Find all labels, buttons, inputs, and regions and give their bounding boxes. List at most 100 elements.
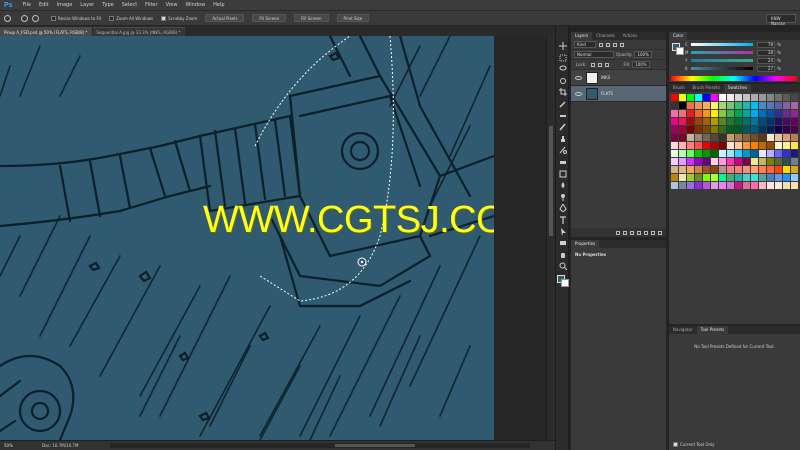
clone-stamp-icon[interactable] <box>559 135 567 143</box>
color-swatch[interactable] <box>695 182 702 189</box>
color-swatch[interactable] <box>703 174 710 181</box>
tab-brush[interactable]: Brush <box>669 84 689 92</box>
tab-properties[interactable]: Properties <box>571 240 600 248</box>
color-swatch[interactable] <box>687 94 694 101</box>
color-swatch[interactable] <box>711 102 718 109</box>
actual-pixels-button[interactable]: Actual Pixels <box>205 14 245 22</box>
color-swatch[interactable] <box>767 94 774 101</box>
color-swatch[interactable] <box>711 166 718 173</box>
move-icon[interactable] <box>559 42 567 50</box>
menu-image[interactable]: Image <box>53 2 77 8</box>
color-swatch[interactable] <box>767 110 774 117</box>
color-swatch[interactable] <box>751 118 758 125</box>
color-swatch[interactable] <box>743 182 750 189</box>
fill-field[interactable]: 100% <box>632 61 651 68</box>
color-swatch[interactable] <box>711 174 718 181</box>
status-zoom[interactable]: 50% <box>0 443 24 448</box>
color-swatch[interactable] <box>671 118 678 125</box>
color-swatch[interactable] <box>727 142 734 149</box>
color-swatch[interactable] <box>759 174 766 181</box>
color-swatch[interactable] <box>759 102 766 109</box>
color-swatch[interactable] <box>775 174 782 181</box>
horizontal-scroll-thumb[interactable] <box>335 444 415 447</box>
lock-position-icon[interactable] <box>598 62 603 67</box>
add-mask-icon[interactable] <box>630 230 634 235</box>
color-swatch[interactable] <box>679 94 686 101</box>
color-swatch[interactable] <box>671 182 678 189</box>
color-swatch[interactable] <box>679 110 686 117</box>
color-swatch[interactable] <box>679 102 686 109</box>
color-swatch[interactable] <box>679 158 686 165</box>
color-swatch[interactable] <box>783 94 790 101</box>
color-swatch[interactable] <box>783 150 790 157</box>
menu-layer[interactable]: Layer <box>76 2 98 8</box>
color-swatch[interactable] <box>759 134 766 141</box>
color-swatch[interactable] <box>767 174 774 181</box>
slider-black[interactable]: K 27 % <box>685 65 797 72</box>
visibility-eye-icon[interactable] <box>575 75 582 80</box>
color-swatch[interactable] <box>743 110 750 117</box>
color-swatch[interactable] <box>719 94 726 101</box>
new-group-icon[interactable] <box>644 230 648 235</box>
color-swatch[interactable] <box>767 166 774 173</box>
color-swatch[interactable] <box>783 158 790 165</box>
color-swatch[interactable] <box>783 166 790 173</box>
resize-windows-checkbox[interactable]: Resize Windows to Fit <box>51 15 101 21</box>
menu-filter[interactable]: Filter <box>141 2 161 8</box>
color-swatch[interactable] <box>695 118 702 125</box>
color-swatch[interactable] <box>687 118 694 125</box>
menu-select[interactable]: Select <box>118 2 141 8</box>
tab-actions[interactable]: Actions <box>619 32 642 40</box>
tab-color[interactable]: Color <box>669 32 688 40</box>
color-swatch[interactable] <box>759 182 766 189</box>
color-swatch[interactable] <box>687 158 694 165</box>
current-tool-only-checkbox[interactable]: Current Tool Only <box>673 442 715 447</box>
opacity-field[interactable]: 100% <box>634 51 653 58</box>
tab-channels[interactable]: Channels <box>592 32 619 40</box>
color-swatch[interactable] <box>759 158 766 165</box>
print-size-button[interactable]: Print Size <box>336 14 370 22</box>
menu-view[interactable]: View <box>162 2 182 8</box>
zoom-all-windows-checkbox[interactable]: Zoom All Windows <box>109 15 153 21</box>
color-swatch[interactable] <box>751 158 758 165</box>
color-swatch[interactable] <box>671 166 678 173</box>
layer-kind-filter[interactable]: Kind <box>574 41 596 48</box>
color-swatch[interactable] <box>695 134 702 141</box>
color-swatch[interactable] <box>719 118 726 125</box>
color-swatch[interactable] <box>743 118 750 125</box>
color-swatch[interactable] <box>727 118 734 125</box>
color-swatch[interactable] <box>727 110 734 117</box>
color-swatch[interactable] <box>711 150 718 157</box>
color-swatch[interactable] <box>783 174 790 181</box>
color-swatch[interactable] <box>735 182 742 189</box>
color-swatch[interactable] <box>743 166 750 173</box>
color-swatch[interactable] <box>791 158 798 165</box>
fit-screen-button[interactable]: Fit Screen <box>252 14 287 22</box>
gradient-icon[interactable] <box>559 170 567 178</box>
menu-edit[interactable]: Edit <box>35 2 53 8</box>
color-swatch[interactable] <box>743 174 750 181</box>
color-swatch[interactable] <box>783 126 790 133</box>
color-swatch[interactable] <box>783 142 790 149</box>
color-swatch[interactable] <box>783 182 790 189</box>
color-swatch[interactable] <box>751 150 758 157</box>
color-swatch[interactable] <box>687 110 694 117</box>
tab-pinup[interactable]: Pinup A_FSD.psd @ 50% (FLATS, RGB/8) * <box>0 27 92 36</box>
color-swatch[interactable] <box>687 134 694 141</box>
color-swatch[interactable] <box>711 182 718 189</box>
color-swatch[interactable] <box>695 166 702 173</box>
color-swatch[interactable] <box>679 166 686 173</box>
new-layer-icon[interactable] <box>651 230 655 235</box>
color-swatch[interactable] <box>703 102 710 109</box>
color-swatch[interactable] <box>695 158 702 165</box>
color-swatch[interactable] <box>775 118 782 125</box>
color-swatch[interactable] <box>719 126 726 133</box>
color-swatch[interactable] <box>783 134 790 141</box>
color-swatch[interactable] <box>703 118 710 125</box>
layer-style-icon[interactable] <box>623 230 627 235</box>
color-swatch[interactable] <box>759 110 766 117</box>
color-swatch[interactable] <box>719 134 726 141</box>
tab-layers[interactable]: Layers <box>571 32 593 40</box>
blend-mode-select[interactable]: Normal <box>574 51 614 58</box>
tab-sequential[interactable]: Sequential A.jpg @ 33.3% (INKS, RGB/8) * <box>92 27 185 36</box>
